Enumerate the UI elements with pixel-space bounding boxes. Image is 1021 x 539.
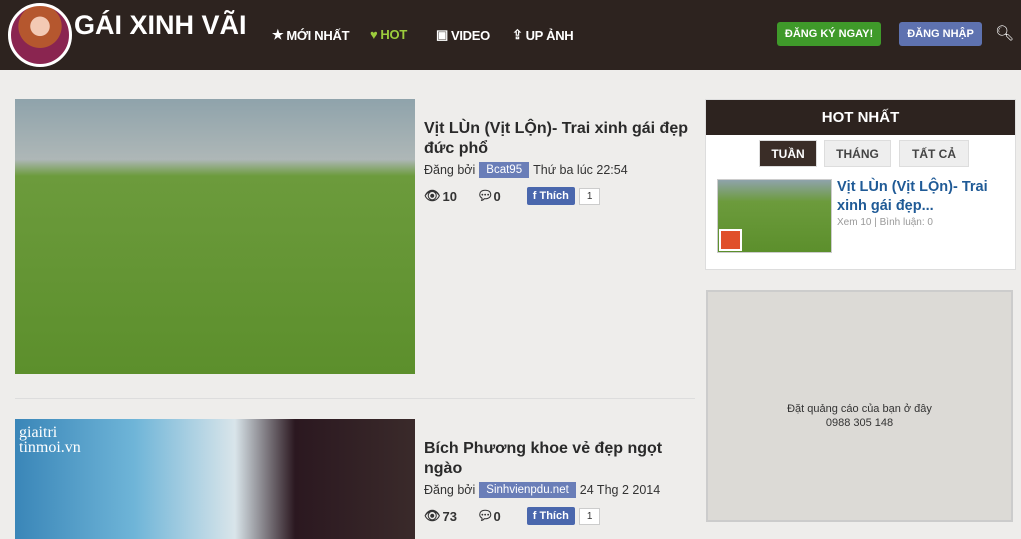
widget-title: HOT NHẤT [706, 100, 1015, 135]
film-icon: ▣ [436, 27, 448, 42]
post-stats: 👁︎ 73 💬︎ 0 f Thích 1 [424, 507, 601, 525]
tab-week[interactable]: TUẦN [759, 140, 817, 167]
posted-by-label: Đăng bởi [424, 483, 476, 497]
post-meta: Đăng bởi Bcat95 Thứ ba lúc 22:54 [424, 162, 628, 178]
nav-label: HOT [380, 27, 407, 42]
search-icon[interactable]: 🔍︎ [995, 24, 1014, 42]
watermark: giaitri tinmoi.vn [19, 424, 81, 456]
divider [15, 398, 695, 399]
comment-count: 0 [493, 508, 501, 524]
upload-icon: ⇪ [512, 27, 523, 42]
register-button[interactable]: ĐĂNG KÝ NGAY! [777, 22, 881, 46]
tab-month[interactable]: THÁNG [824, 140, 891, 167]
post-image[interactable]: giaitri tinmoi.vn [15, 419, 415, 539]
post-title[interactable]: Bích Phương khoe vẻ đẹp ngọt ngào [424, 439, 694, 479]
header: GÁI XINH VÃI ★ MỚI NHẤT ♥ HOT ▣ VIDEO ⇪ UP Ả… [0, 0, 1021, 70]
nav-new[interactable]: ★ MỚI NHẤT [272, 27, 350, 43]
image-icon [719, 229, 742, 251]
nav-upload[interactable]: ⇪ UP ẢNH [512, 27, 574, 43]
post-time: 24 Thg 2 2014 [579, 483, 661, 497]
post-stats: 👁︎ 10 💬︎ 0 f Thích 1 [424, 187, 601, 205]
post-time: Thứ ba lúc 22:54 [533, 163, 628, 177]
like-button[interactable]: f Thích [526, 187, 575, 205]
login-button[interactable]: ĐĂNG NHẬP [899, 22, 982, 46]
ad-phone: 0988 305 148 [825, 417, 894, 429]
star-icon: ★ [272, 27, 284, 42]
nav-hot[interactable]: ♥ HOT [370, 27, 407, 42]
like-count: 1 [578, 187, 601, 205]
nav-video[interactable]: ▣ VIDEO [436, 27, 490, 43]
like-label: Thích [539, 510, 569, 522]
ad-placeholder[interactable]: Đặt quảng cáo của bạn ở đây 0988 305 148 [706, 290, 1013, 522]
like-count: 1 [578, 507, 601, 525]
post-image[interactable] [15, 99, 415, 374]
nav-label: UP ẢNH [525, 27, 574, 43]
post-title[interactable]: Vịt LÙn (Vịt LỘn)- Trai xinh gái đẹp đức… [424, 119, 694, 159]
user-link[interactable]: Bcat95 [479, 162, 530, 178]
hot-item-meta: Xem 10 | Bình luận: 0 [837, 217, 933, 228]
comment-icon: 💬︎ [476, 508, 494, 523]
posted-by-label: Đăng bởi [424, 163, 476, 177]
site-logo[interactable]: GÁI XINH VÃI [74, 10, 247, 41]
eye-icon: 👁︎ [424, 508, 441, 523]
tab-all[interactable]: TẤT CẢ [899, 140, 969, 167]
user-link[interactable]: Sinhvienpdu.net [479, 482, 576, 498]
like-label: Thích [539, 190, 569, 202]
logo-avatar[interactable] [8, 3, 72, 67]
eye-icon: 👁︎ [424, 188, 441, 203]
post-meta: Đăng bởi Sinhvienpdu.net 24 Thg 2 2014 [424, 482, 660, 498]
like-button[interactable]: f Thích [526, 507, 575, 525]
ad-text: Đặt quảng cáo của bạn ở đây [787, 403, 932, 415]
nav-label: MỚI NHẤT [286, 27, 350, 43]
hot-item-title[interactable]: Vịt LÙn (Vịt LỘn)- Trai xinh gái đẹp... [837, 178, 1007, 216]
hot-thumbnail[interactable] [717, 179, 832, 253]
hot-widget: HOT NHẤT TUẦN THÁNG TẤT CẢ Vịt LÙn (Vịt … [705, 99, 1016, 270]
nav-label: VIDEO [450, 27, 490, 43]
view-count: 73 [442, 508, 457, 524]
heart-icon: ♥ [370, 27, 378, 42]
view-count: 10 [442, 188, 457, 204]
comment-count: 0 [493, 188, 501, 204]
comment-icon: 💬︎ [476, 188, 494, 203]
